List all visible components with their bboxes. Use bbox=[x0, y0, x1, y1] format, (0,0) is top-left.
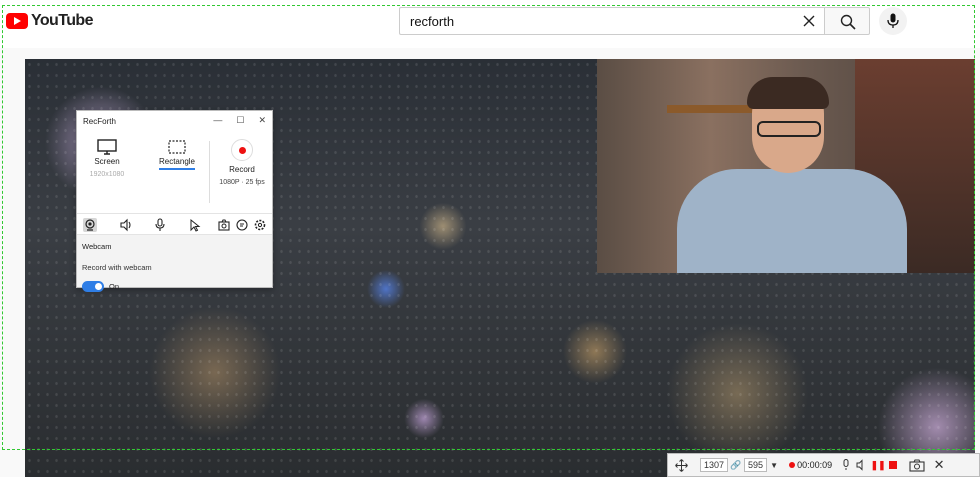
close-icon[interactable]: ✕ bbox=[928, 454, 950, 476]
mode-rectangle[interactable]: Rectangle bbox=[155, 139, 199, 170]
webcam-overlay bbox=[597, 59, 975, 273]
recforth-window: RecForth — ☐ ✕ Screen 1920x1080 Rectangl… bbox=[76, 110, 273, 292]
youtube-header: YouTube bbox=[0, 0, 980, 48]
person-body bbox=[677, 169, 907, 273]
person-hair bbox=[747, 77, 829, 109]
timer-value: 00:00:09 bbox=[797, 460, 833, 470]
speaker-icon[interactable] bbox=[119, 218, 133, 232]
voice-search-button[interactable] bbox=[879, 7, 907, 35]
webcam-toggle-label: On bbox=[109, 282, 120, 291]
camera-icon[interactable] bbox=[217, 218, 231, 232]
move-icon bbox=[674, 458, 688, 472]
webcam-settings: Webcam Record with webcam On bbox=[77, 235, 272, 299]
pause-icon[interactable]: ❚❚ bbox=[870, 454, 886, 476]
record-label: Record bbox=[229, 165, 255, 174]
divider bbox=[209, 141, 210, 203]
mode-rectangle-label: Rectangle bbox=[158, 157, 196, 166]
gear-icon[interactable] bbox=[253, 218, 267, 232]
recording-toolbar: 1307 🔗 595 ▼ 00:00:09 ❚❚ ✕ bbox=[667, 453, 980, 477]
webcam-section-title: Webcam bbox=[82, 242, 112, 251]
recforth-toolbar bbox=[77, 213, 272, 235]
chat-icon[interactable] bbox=[235, 218, 249, 232]
mode-screen-resolution: 1920x1080 bbox=[89, 171, 125, 178]
search-button[interactable] bbox=[824, 7, 870, 35]
screen: YouTube RecForth — ☐ bbox=[0, 0, 980, 477]
speaker-icon[interactable] bbox=[854, 454, 870, 476]
coat-rack bbox=[667, 105, 757, 113]
youtube-logo-text: YouTube bbox=[31, 12, 93, 29]
mode-screen-label: Screen bbox=[94, 157, 120, 166]
search-input[interactable] bbox=[400, 8, 780, 34]
recording-timer: 00:00:09 bbox=[789, 460, 832, 470]
stop-icon[interactable] bbox=[886, 454, 900, 476]
record-icon bbox=[231, 139, 253, 161]
search-box bbox=[399, 7, 825, 35]
maximize-icon[interactable]: ☐ bbox=[236, 115, 244, 126]
chevron-down-icon[interactable]: ▼ bbox=[767, 454, 781, 476]
recforth-title: RecForth bbox=[83, 117, 116, 126]
recforth-modes: Screen 1920x1080 Rectangle Record 1080P … bbox=[77, 131, 272, 213]
minimize-icon[interactable]: — bbox=[213, 115, 222, 126]
recforth-titlebar[interactable]: RecForth — ☐ ✕ bbox=[77, 111, 272, 131]
selected-mode-indicator bbox=[159, 168, 195, 170]
monitor-icon bbox=[97, 139, 117, 155]
record-button[interactable]: Record 1080P · 25 fps bbox=[217, 139, 267, 186]
record-settings: 1080P · 25 fps bbox=[219, 179, 265, 186]
link-icon[interactable]: 🔗 bbox=[728, 454, 744, 476]
height-field[interactable]: 595 bbox=[744, 458, 768, 472]
search-icon bbox=[840, 14, 856, 30]
microphone-icon[interactable] bbox=[153, 218, 167, 232]
recording-dot-icon bbox=[789, 462, 796, 468]
close-icon[interactable] bbox=[801, 13, 817, 29]
rectangle-select-icon bbox=[168, 140, 186, 154]
webcam-toggle[interactable] bbox=[82, 281, 104, 292]
width-field[interactable]: 1307 bbox=[700, 458, 729, 472]
close-icon[interactable]: ✕ bbox=[258, 115, 266, 126]
youtube-logo[interactable]: YouTube bbox=[6, 12, 93, 30]
mode-screen[interactable]: Screen 1920x1080 bbox=[87, 139, 127, 178]
person-glasses bbox=[757, 121, 821, 137]
webcam-icon[interactable] bbox=[83, 218, 97, 232]
youtube-play-icon bbox=[6, 13, 28, 29]
microphone-icon bbox=[887, 13, 899, 28]
microphone-icon[interactable] bbox=[838, 454, 854, 476]
record-with-webcam-label: Record with webcam bbox=[82, 263, 152, 272]
screenshot-camera-icon[interactable] bbox=[906, 454, 928, 476]
move-handle[interactable] bbox=[668, 454, 694, 476]
cursor-icon[interactable] bbox=[187, 218, 201, 232]
